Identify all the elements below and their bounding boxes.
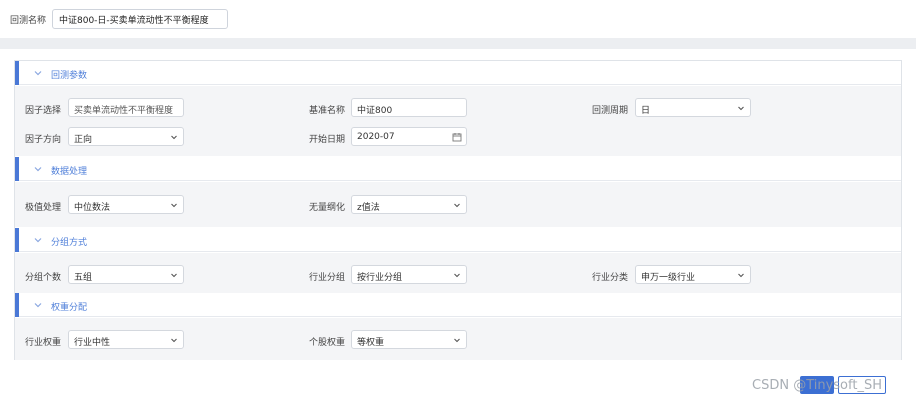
section-title: 权重分配 (51, 303, 88, 313)
chevron-down-icon (738, 106, 744, 111)
industry-classification-label: 行业分类 (592, 273, 629, 283)
backtest-name-label: 回测名称 (10, 16, 47, 26)
start-date-value: 2020-07 (357, 132, 395, 142)
industry-grouping-value: 按行业分组 (357, 273, 403, 283)
start-date-picker[interactable]: 2020-07 (351, 127, 467, 146)
chevron-down-icon (738, 273, 744, 278)
section-body-backtest-params: 因子选择 买卖单流动性不平衡程度 基准名称 中证800 回测周期 日 因子方向 … (15, 86, 901, 156)
group-count-label: 分组个数 (25, 273, 62, 283)
watermark: CSDN @Tinysoft_SH (752, 378, 882, 393)
industry-classification-value: 申万一级行业 (641, 273, 696, 283)
section-body-weighting: 行业权重 行业中性 个股权重 等权重 (15, 318, 901, 360)
normalization-value: z值法 (357, 203, 380, 213)
stock-weight-label: 个股权重 (309, 338, 346, 348)
group-count-value: 五组 (74, 273, 93, 283)
backtest-period-select[interactable]: 日 (635, 98, 751, 117)
chevron-down-icon (171, 203, 177, 208)
backtest-period-value: 日 (641, 106, 651, 116)
industry-weight-value: 行业中性 (74, 338, 111, 348)
section-header-data-processing[interactable]: 数据处理 (15, 157, 901, 181)
section-body-data-processing: 极值处理 中位数法 无量纲化 z值法 (15, 182, 901, 227)
section-header-grouping[interactable]: 分组方式 (15, 228, 901, 252)
start-date-label: 开始日期 (309, 135, 346, 145)
chevron-down-icon[interactable] (33, 235, 43, 245)
section-accent-bar (15, 157, 19, 181)
normalization-label: 无量纲化 (309, 203, 346, 213)
chevron-down-icon (171, 273, 177, 278)
stock-weight-value: 等权重 (357, 338, 385, 348)
factor-direction-label: 因子方向 (25, 135, 62, 145)
factor-select-input[interactable]: 买卖单流动性不平衡程度 (68, 98, 184, 117)
industry-weight-select[interactable]: 行业中性 (68, 330, 184, 349)
outlier-handling-label: 极值处理 (25, 203, 62, 213)
industry-grouping-label: 行业分组 (309, 273, 346, 283)
calendar-icon[interactable] (452, 132, 462, 142)
chevron-down-icon (454, 338, 460, 343)
backtest-name-bar: 回测名称 中证800-日-买卖单流动性不平衡程度 (0, 0, 916, 38)
factor-select-label: 因子选择 (25, 106, 62, 116)
chevron-down-icon[interactable] (33, 300, 43, 310)
section-accent-bar (15, 293, 19, 317)
chevron-down-icon (171, 135, 177, 140)
divider-band (0, 38, 916, 49)
section-title: 回测参数 (51, 71, 88, 81)
benchmark-name-label: 基准名称 (309, 106, 346, 116)
backtest-name-input[interactable]: 中证800-日-买卖单流动性不平衡程度 (52, 9, 228, 29)
section-accent-bar (15, 228, 19, 252)
normalization-select[interactable]: z值法 (351, 195, 467, 214)
chevron-down-icon (171, 338, 177, 343)
chevron-down-icon (454, 203, 460, 208)
section-header-backtest-params[interactable]: 回测参数 (15, 61, 901, 85)
chevron-down-icon (454, 273, 460, 278)
section-title: 分组方式 (51, 238, 88, 248)
section-title: 数据处理 (51, 167, 88, 177)
backtest-period-label: 回测周期 (592, 106, 629, 116)
industry-weight-label: 行业权重 (25, 338, 62, 348)
section-header-weighting[interactable]: 权重分配 (15, 293, 901, 317)
factor-direction-select[interactable]: 正向 (68, 127, 184, 146)
chevron-down-icon[interactable] (33, 164, 43, 174)
stock-weight-select[interactable]: 等权重 (351, 330, 467, 349)
backtest-form-panel: 回测参数 因子选择 买卖单流动性不平衡程度 基准名称 中证800 回测周期 日 … (14, 60, 902, 360)
section-accent-bar (15, 61, 19, 85)
factor-direction-value: 正向 (74, 135, 93, 145)
chevron-down-icon[interactable] (33, 68, 43, 78)
outlier-handling-select[interactable]: 中位数法 (68, 195, 184, 214)
section-body-grouping: 分组个数 五组 行业分组 按行业分组 行业分类 申万一级行业 (15, 253, 901, 296)
industry-grouping-select[interactable]: 按行业分组 (351, 265, 467, 284)
group-count-select[interactable]: 五组 (68, 265, 184, 284)
benchmark-name-input[interactable]: 中证800 (351, 98, 467, 117)
outlier-handling-value: 中位数法 (74, 203, 111, 213)
industry-classification-select[interactable]: 申万一级行业 (635, 265, 751, 284)
